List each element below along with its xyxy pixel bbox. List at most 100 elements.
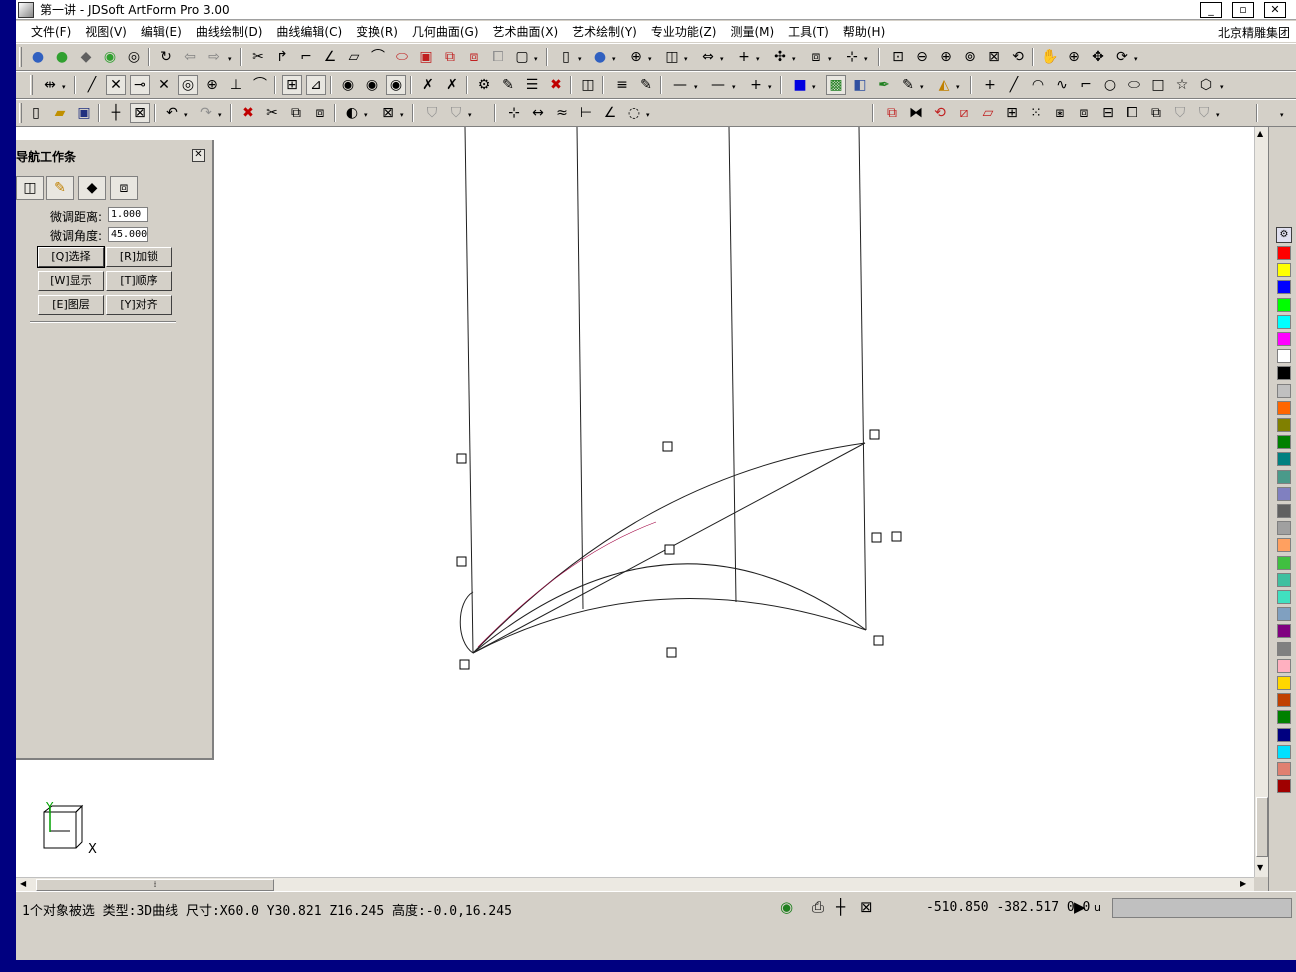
fillet-icon[interactable]: ⌐ [296, 47, 316, 67]
color-swatch[interactable] [1277, 641, 1291, 656]
array3-icon[interactable]: ⧆ [1050, 103, 1070, 123]
shape-icon[interactable]: ▱ [344, 47, 364, 67]
color-swatch[interactable] [1277, 314, 1291, 329]
color-swatch[interactable] [1277, 263, 1291, 278]
mirror-icon[interactable]: ⧓ [906, 103, 926, 123]
pin-icon[interactable]: ✗ [418, 75, 438, 95]
color-swatch[interactable] [1277, 400, 1291, 415]
color-swatch[interactable] [1277, 383, 1291, 398]
dropdown-icon[interactable]: ▾ [646, 112, 652, 119]
menu-geometry-surface[interactable]: 几何曲面(G) [405, 23, 486, 40]
dropdown-icon[interactable]: ▾ [364, 112, 370, 119]
eye3-icon[interactable]: ◉ [386, 75, 406, 95]
perp-snap-icon[interactable]: ⊥ [226, 75, 246, 95]
extend-icon[interactable]: ↱ [272, 47, 292, 67]
draw-polygon-icon[interactable]: ⬡ [1196, 75, 1216, 95]
point-style-icon[interactable]: + [746, 75, 766, 95]
lock2-icon[interactable]: ⛉ [1194, 103, 1214, 123]
horizontal-scroll-thumb[interactable]: ⁞ [36, 879, 274, 891]
color-swatch[interactable] [1277, 572, 1291, 587]
measure-icon[interactable]: ⊢ [576, 103, 596, 123]
eye-icon[interactable]: ◉ [338, 75, 358, 95]
color-swatch[interactable] [1277, 280, 1291, 295]
solid-line-icon[interactable]: — [670, 75, 690, 95]
shield-icon[interactable]: ⛉ [422, 103, 442, 123]
new-doc-icon[interactable]: ▯ [556, 47, 576, 67]
zoom-all-icon[interactable]: ⊠ [984, 47, 1004, 67]
crosshair-icon[interactable]: ┼ [106, 103, 126, 123]
align-button[interactable]: [Y]对齐 [106, 295, 172, 315]
color-swatch[interactable] [1277, 607, 1291, 622]
dropdown-icon[interactable]: ▾ [694, 84, 700, 91]
color-swatch-icon[interactable]: ■ [790, 75, 810, 95]
undo-icon[interactable]: ↶ [162, 103, 182, 123]
copy-icon[interactable]: ⧉ [286, 103, 306, 123]
skew-icon[interactable]: ▱ [978, 103, 998, 123]
draw-point-icon[interactable]: + [980, 75, 1000, 95]
angle-icon[interactable]: ∠ [600, 103, 620, 123]
arrow-right-icon[interactable]: ⇨ [204, 47, 224, 67]
ungroup-icon[interactable]: ⧉ [1146, 103, 1166, 123]
zoom-icon[interactable]: ⊚ [960, 47, 980, 67]
layer-button[interactable]: [E]图层 [38, 295, 104, 315]
gradient-icon[interactable]: ◧ [850, 75, 870, 95]
print-icon[interactable]: ⎙ [812, 899, 824, 915]
draw-spline-icon[interactable]: ∿ [1052, 75, 1072, 95]
bucket-icon[interactable]: ◭ [934, 75, 954, 95]
color-swatch[interactable] [1277, 676, 1291, 690]
align-icon[interactable]: ⊟ [1098, 103, 1118, 123]
pin-cancel-icon[interactable]: ✗ [442, 75, 462, 95]
midpoint-snap-icon[interactable]: ⊸ [130, 75, 150, 95]
tab-surface-icon[interactable]: ◆ [78, 176, 106, 200]
dropdown-icon[interactable]: ▾ [720, 56, 726, 63]
color-swatch[interactable] [1277, 332, 1291, 346]
dropdown-icon[interactable]: ▾ [828, 56, 834, 63]
order-button[interactable]: [T]顺序 [106, 271, 172, 291]
dropdown-icon[interactable]: ▾ [768, 84, 774, 91]
tab-select-icon[interactable]: ◫ [16, 176, 44, 200]
zoom-realtime-icon[interactable]: ⊕ [1064, 47, 1084, 67]
transform-icon[interactable]: ⧈ [806, 47, 826, 67]
intersection-snap-icon[interactable]: ✕ [106, 75, 126, 95]
menu-curve-edit[interactable]: 曲线编辑(C) [269, 23, 349, 40]
color-swatch[interactable] [1277, 246, 1291, 260]
pan-hand-icon[interactable]: ✋ [1040, 47, 1060, 67]
dropdown-icon[interactable]: ▾ [228, 56, 234, 63]
grid-snap-icon[interactable]: ⊞ [282, 75, 302, 95]
dropdown-icon[interactable]: ▾ [956, 84, 962, 91]
draw-line-icon[interactable]: ╱ [1004, 75, 1024, 95]
menu-file[interactable]: 文件(F) [24, 23, 78, 40]
color-swatch[interactable] [1277, 538, 1291, 553]
dropdown-icon[interactable]: ▾ [612, 56, 618, 63]
delete-x-icon[interactable]: ✖ [546, 75, 566, 95]
dropdown-icon[interactable]: ▾ [1216, 112, 1222, 119]
new-file-icon[interactable]: ▯ [26, 103, 46, 123]
color-swatch[interactable] [1277, 486, 1291, 501]
minimize-button[interactable]: _ [1200, 2, 1222, 18]
dropdown-icon[interactable]: ▾ [756, 56, 762, 63]
dropdown-icon[interactable]: ▾ [732, 84, 738, 91]
line-width-icon[interactable]: — [708, 75, 728, 95]
color-swatch[interactable] [1277, 658, 1291, 673]
play-icon[interactable]: ▶ [1074, 899, 1086, 915]
dropdown-icon[interactable]: ▾ [920, 84, 926, 91]
snap-icon[interactable]: ✣ [770, 47, 790, 67]
color-swatch[interactable] [1277, 418, 1291, 432]
refresh-icon[interactable]: ↻ [156, 47, 176, 67]
dropdown-icon[interactable]: ▾ [684, 56, 690, 63]
horizontal-scrollbar[interactable]: ◀ ⁞ ▶ [16, 877, 1254, 891]
rotate-view-icon[interactable]: ⟲ [1008, 47, 1028, 67]
menu-edit[interactable]: 编辑(E) [134, 23, 189, 40]
dropdown-icon[interactable]: ▾ [864, 56, 870, 63]
dropdown-icon[interactable]: ▾ [812, 84, 818, 91]
color-swatch[interactable] [1277, 590, 1291, 604]
union-icon[interactable]: ⧉ [440, 47, 460, 67]
tag-icon[interactable]: ✎ [498, 75, 518, 95]
tab-layer-icon[interactable]: ⧈ [110, 176, 138, 200]
settings-icon[interactable]: ⚙ [474, 75, 494, 95]
crosshair-status-icon[interactable]: ┼ [836, 899, 845, 915]
square-icon[interactable]: ▢ [512, 47, 532, 67]
cross-snap-icon[interactable]: ✕ [154, 75, 174, 95]
menu-transform[interactable]: 变换(R) [349, 23, 405, 40]
palette-settings-icon[interactable]: ⚙ [1276, 227, 1292, 243]
